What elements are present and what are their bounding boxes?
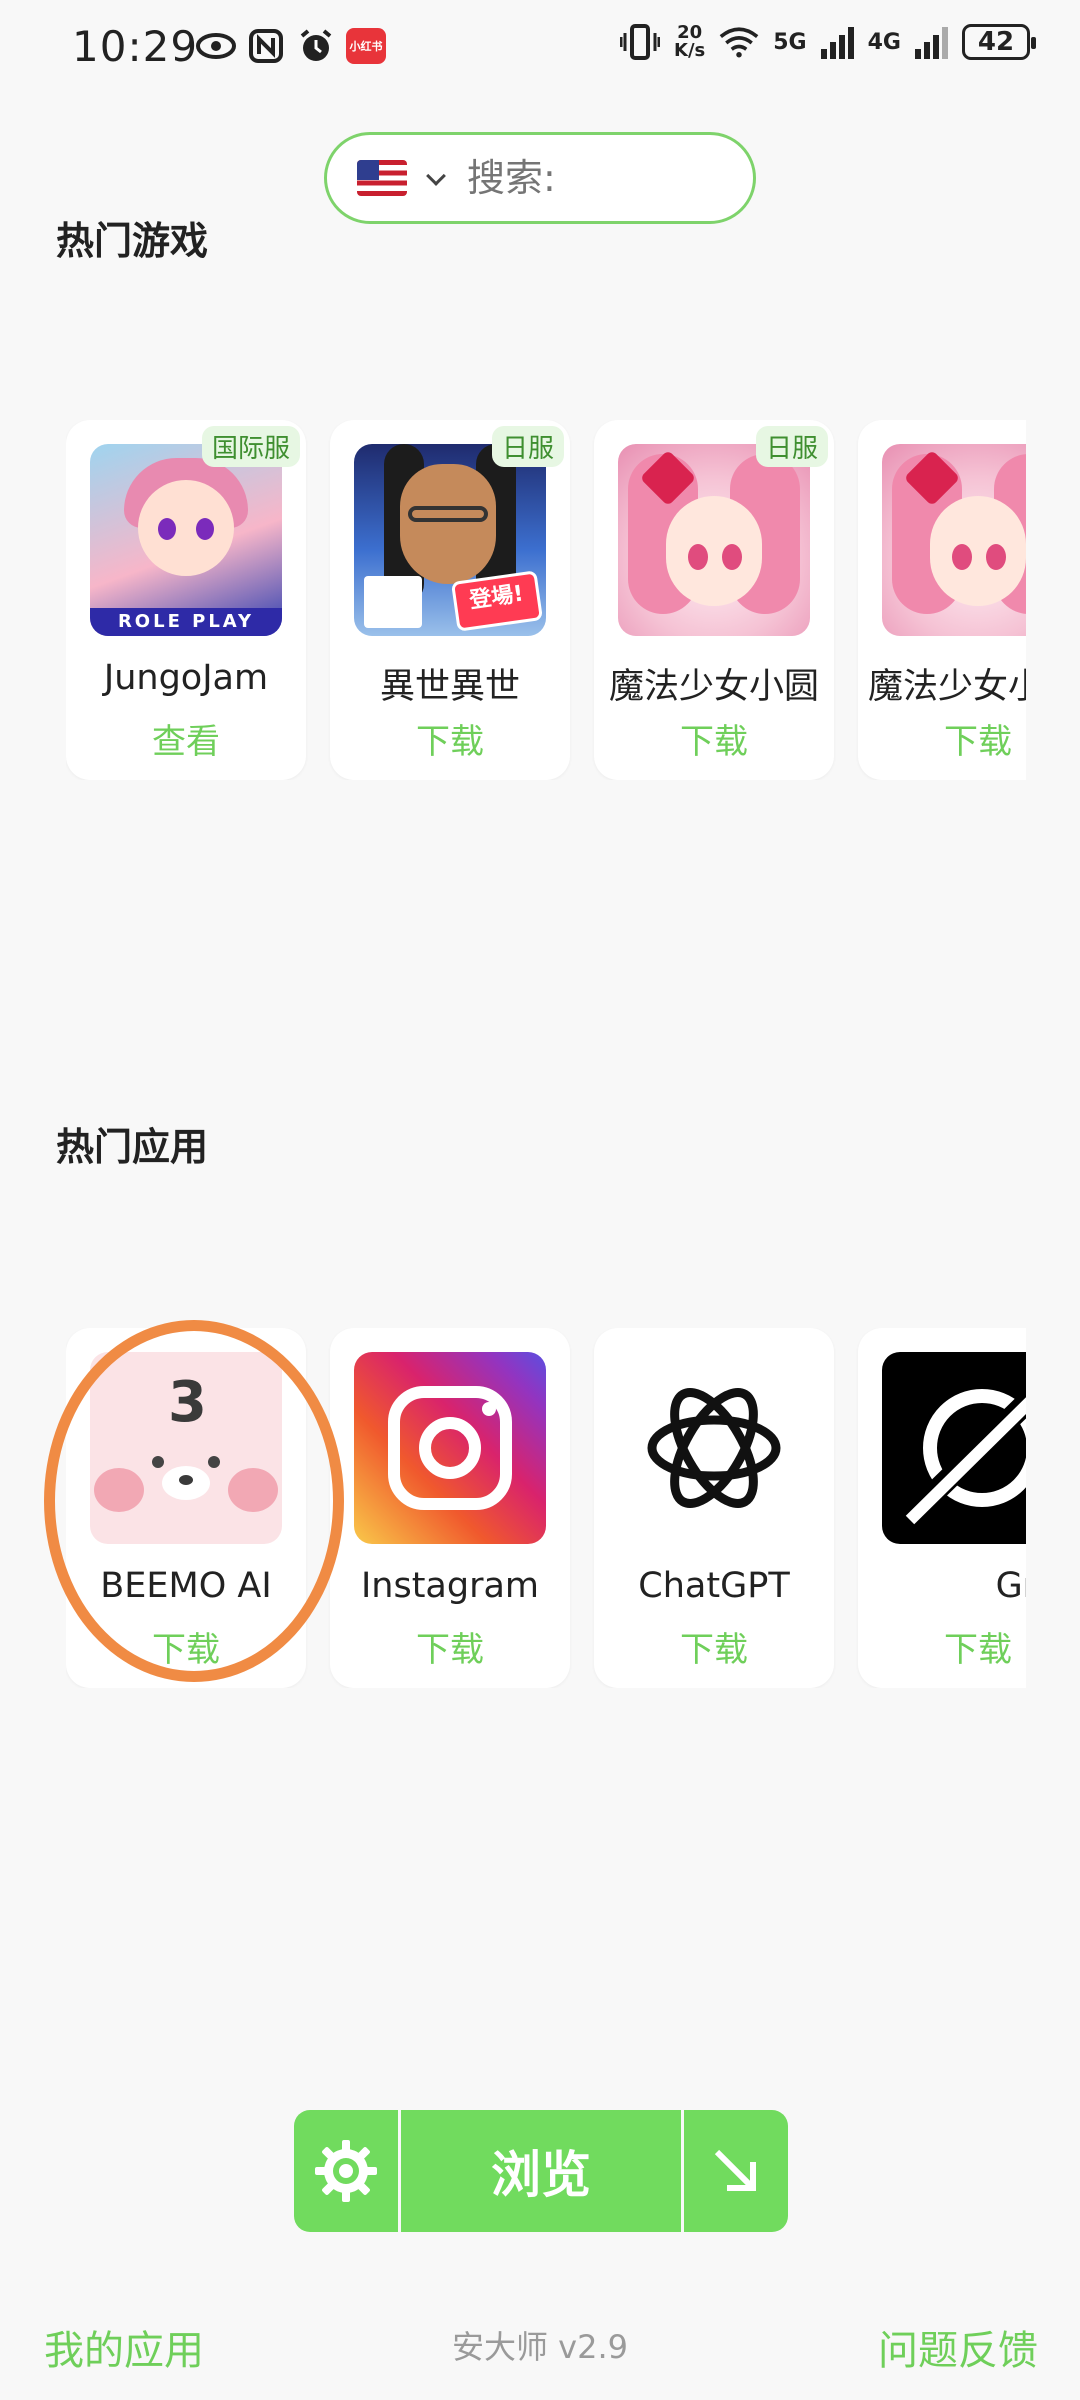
open-external-button[interactable] <box>681 2110 788 2232</box>
app-card-jungojam[interactable]: ROLE PLAY 国际服 JungoJam 查看 <box>66 420 306 780</box>
signal-bars-icon <box>915 25 948 59</box>
app-name: 異世異世 <box>379 667 520 707</box>
alarm-icon <box>296 26 336 66</box>
chevron-down-icon[interactable] <box>427 169 445 187</box>
arrow-down-right-icon <box>714 2149 756 2191</box>
instagram-app-icon[interactable] <box>354 1352 546 1544</box>
app-card-madoka-2[interactable]: 魔法少女小 下载 <box>858 420 1026 780</box>
signal-bars-icon <box>820 25 854 59</box>
download-button[interactable]: 下载 <box>330 1622 570 1671</box>
xiaohongshu-icon: 小红书 <box>346 28 386 64</box>
isekai-app-icon[interactable]: 登場! <box>354 444 546 636</box>
app-card-madoka[interactable]: 日服 魔法少女小圆 下载 <box>594 420 834 780</box>
battery-icon: 42 <box>962 24 1036 60</box>
region-tag: 日服 <box>755 426 828 467</box>
pop-label: 登場! <box>450 570 544 632</box>
app-card-grok[interactable]: B Grok 下载 <box>858 1328 1026 1688</box>
role-play-banner: ROLE PLAY <box>90 608 282 636</box>
status-time: 10:29 <box>72 22 199 71</box>
madoka-app-icon[interactable] <box>882 444 1026 636</box>
section-title-hot-apps: 热门应用 <box>56 1125 209 1169</box>
download-button[interactable]: 下载 <box>594 1622 834 1671</box>
search-input[interactable] <box>465 155 709 201</box>
nfc-icon <box>246 26 286 66</box>
download-button[interactable]: 下载 <box>594 714 834 763</box>
madoka-app-icon[interactable] <box>618 444 810 636</box>
network-speed: 20 K/s <box>674 22 706 61</box>
view-button[interactable]: 查看 <box>66 714 306 763</box>
app-card-beemo-ai[interactable]: 3 BEEMO AI 下载 <box>66 1328 306 1688</box>
feedback-link[interactable]: 问题反馈 <box>878 2318 1038 2376</box>
download-button[interactable]: 下载 <box>858 1622 1026 1671</box>
beemo-ai-app-icon[interactable]: 3 <box>90 1352 282 1544</box>
signal-5g-label: 5G <box>773 29 807 55</box>
vibrate-icon <box>620 22 660 62</box>
status-icons-left: 小红书 <box>196 26 386 66</box>
hot-games-row[interactable]: ROLE PLAY 国际服 JungoJam 查看 登場! 日服 異世異世 下载… <box>66 420 1026 780</box>
signal-4g-label: 4G <box>867 29 901 55</box>
wifi-icon <box>719 22 759 62</box>
us-flag-icon[interactable] <box>357 160 407 196</box>
region-tag: 日服 <box>491 426 564 467</box>
download-button[interactable]: 下载 <box>858 714 1026 763</box>
app-name: ChatGPT <box>638 1566 790 1606</box>
app-name: Instagram <box>360 1566 540 1606</box>
status-icons-right: 20 K/s 5G 4G 42 <box>620 22 1036 62</box>
status-bar: 10:29 小红书 20 K/s 5G 4G 42 <box>0 0 1080 100</box>
grok-app-icon[interactable] <box>882 1352 1026 1544</box>
jungojam-app-icon[interactable]: ROLE PLAY <box>90 444 282 636</box>
search-bar[interactable] <box>324 132 756 224</box>
app-name: BEEMO AI <box>100 1566 272 1606</box>
download-button[interactable]: 下载 <box>330 714 570 763</box>
app-name: 魔法少女小 <box>868 667 1026 707</box>
settings-button[interactable] <box>294 2110 401 2232</box>
app-card-instagram[interactable]: Instagram 下载 <box>330 1328 570 1688</box>
app-card-isekai[interactable]: 登場! 日服 異世異世 下载 <box>330 420 570 780</box>
eye-icon <box>196 26 236 66</box>
hot-apps-row[interactable]: 3 BEEMO AI 下载 Instagram 下载 ChatGPT 下载 G … <box>66 1328 1026 1688</box>
browse-button[interactable]: 浏览 <box>401 2110 681 2232</box>
gear-icon <box>315 2140 377 2202</box>
app-name: 魔法少女小圆 <box>608 667 819 707</box>
app-name: JungoJam <box>103 658 269 698</box>
region-tag: 国际服 <box>201 426 300 467</box>
section-title-hot-games: 热门游戏 <box>56 219 209 263</box>
app-name: Grok <box>995 1566 1026 1606</box>
download-button[interactable]: 下载 <box>66 1622 306 1671</box>
app-card-chatgpt[interactable]: ChatGPT 下载 <box>594 1328 834 1688</box>
browse-bar[interactable]: 浏览 <box>294 2110 788 2232</box>
chatgpt-app-icon[interactable] <box>618 1352 810 1544</box>
